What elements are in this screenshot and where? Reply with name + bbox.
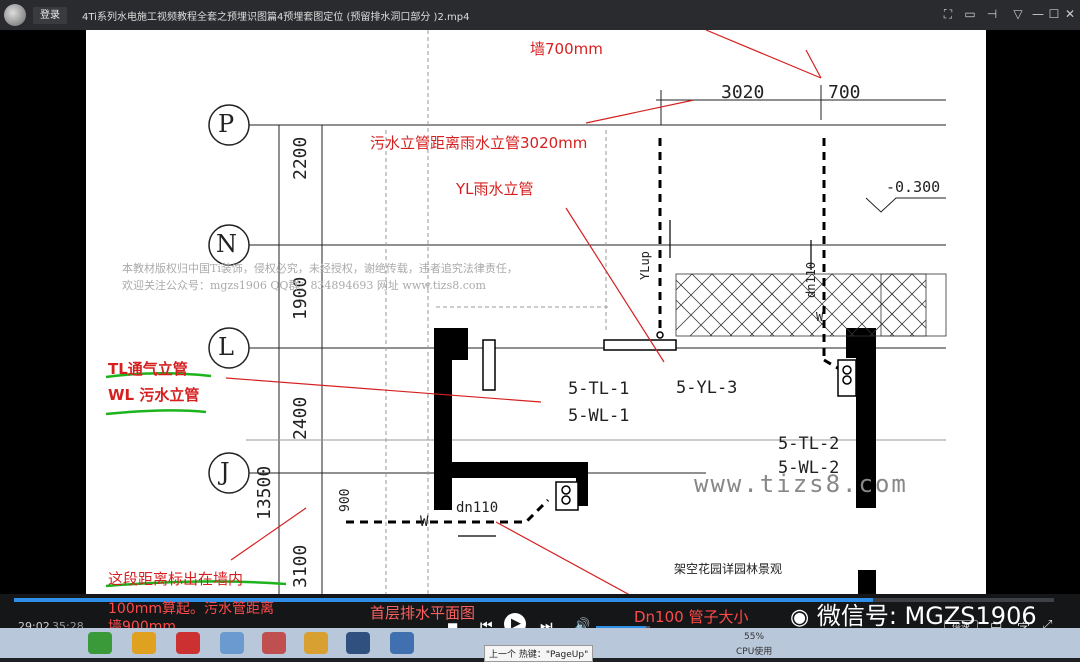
dim-900: 900 (338, 488, 353, 512)
site-watermark: www.tizs8.com (694, 470, 908, 498)
taskbar-app-icon-8[interactable] (390, 632, 414, 654)
pipe-label-yl3: 5-YL-3 (676, 378, 738, 398)
note-wl-sewage: WL 污水立管 (108, 386, 200, 404)
axis-label-j: J (220, 458, 230, 486)
pipe-label-yl-up: YLup (638, 251, 652, 280)
taskbar-app-icon-3[interactable] (176, 632, 200, 654)
app-logo-icon (4, 4, 26, 26)
login-button[interactable]: 登录 (33, 7, 67, 24)
note-yl-rain: YL雨水立管 (456, 180, 534, 198)
pipe-label-w-right: W (816, 310, 824, 324)
video-viewport[interactable]: P N L J 3020 700 2200 1900 2400 13500 31… (0, 30, 1080, 594)
dim-2200: 2200 (290, 136, 311, 180)
title-bar: 登录 4Ti系列水电施工视频教程全套之预埋识图篇4预埋套图定位 (预留排水洞口部… (0, 0, 1080, 30)
hotkey-tooltip: 上一个 热键："PageUp" (484, 645, 594, 662)
note-distance-2: 100mm算起。污水管距离 (108, 601, 274, 617)
taskbar-app-icon-1[interactable] (88, 632, 112, 654)
dim-3100: 3100 (290, 544, 311, 588)
axis-label-l: L (218, 333, 234, 361)
note-wall-700: 墙700mm (530, 40, 603, 58)
copyright-line-1: 本教材版权归中国Ti装饰，侵权必究，未经授权，谢绝传载，违者追究法律责任， (122, 262, 518, 275)
maximize-icon[interactable]: ☐ (1046, 7, 1062, 21)
pipe-label-wl1: 5-WL-1 (568, 406, 630, 426)
screenshot-icon[interactable]: ⛶ (940, 7, 956, 22)
note-dn100: Dn100 管子大小 (634, 608, 749, 626)
plan-title: 首层排水平面图 (370, 604, 476, 622)
menu-dropdown-icon[interactable]: ▽ (1010, 7, 1026, 21)
taskbar-app-icon-7[interactable] (346, 632, 370, 654)
elevation-label: -0.300 (886, 178, 941, 196)
pipe-label-dn110-bottom: dn110 (456, 500, 499, 516)
taskbar-app-icon-5[interactable] (262, 632, 286, 654)
wechat-icon: ◉ (790, 605, 810, 630)
note-sewage-distance: 污水立管距离雨水立管3020mm (370, 134, 588, 152)
pipe-label-tl1: 5-TL-1 (568, 379, 630, 399)
pipe-label-tl2: 5-TL-2 (778, 434, 840, 454)
copyright-line-2: 欢迎关注公众号：mgzs1906 QQ群：834894693 网址 www.ti… (122, 279, 486, 292)
pipe-label-w-left: W (420, 514, 429, 530)
cpu-percent: 55% (744, 632, 765, 642)
pipe-label-dn110-right: dn110 (804, 261, 818, 298)
axis-label-n: N (216, 230, 237, 258)
minimize-icon[interactable]: — (1030, 7, 1046, 21)
taskbar-app-icon-4[interactable] (220, 632, 244, 654)
cad-drawing: P N L J 3020 700 2200 1900 2400 13500 31… (86, 30, 986, 594)
axis-label-p: P (218, 110, 235, 138)
pin-icon[interactable]: ⊣ (984, 7, 1000, 21)
taskbar-app-icon-2[interactable] (132, 632, 156, 654)
dim-700: 700 (828, 82, 861, 103)
dim-2400: 2400 (290, 396, 311, 440)
close-icon[interactable]: ✕ (1062, 7, 1078, 21)
garden-label: 架空花园详园林景观 (674, 562, 783, 576)
wechat-watermark: ◉ 微信号: MGZS1906 (790, 602, 1037, 630)
video-title: 4Ti系列水电施工视频教程全套之预埋识图篇4预埋套图定位 (预留排水洞口部分 )… (82, 12, 470, 23)
note-distance-1: 这段距离标出在墙内 (108, 570, 244, 588)
dim-13500: 13500 (254, 465, 275, 520)
cpu-label: CPU使用 (736, 647, 773, 657)
dim-3020: 3020 (721, 82, 765, 103)
taskbar-app-icon-6[interactable] (304, 632, 328, 654)
folder-icon[interactable]: ▭ (962, 7, 978, 21)
note-tl-vent: TL通气立管 (108, 360, 188, 378)
